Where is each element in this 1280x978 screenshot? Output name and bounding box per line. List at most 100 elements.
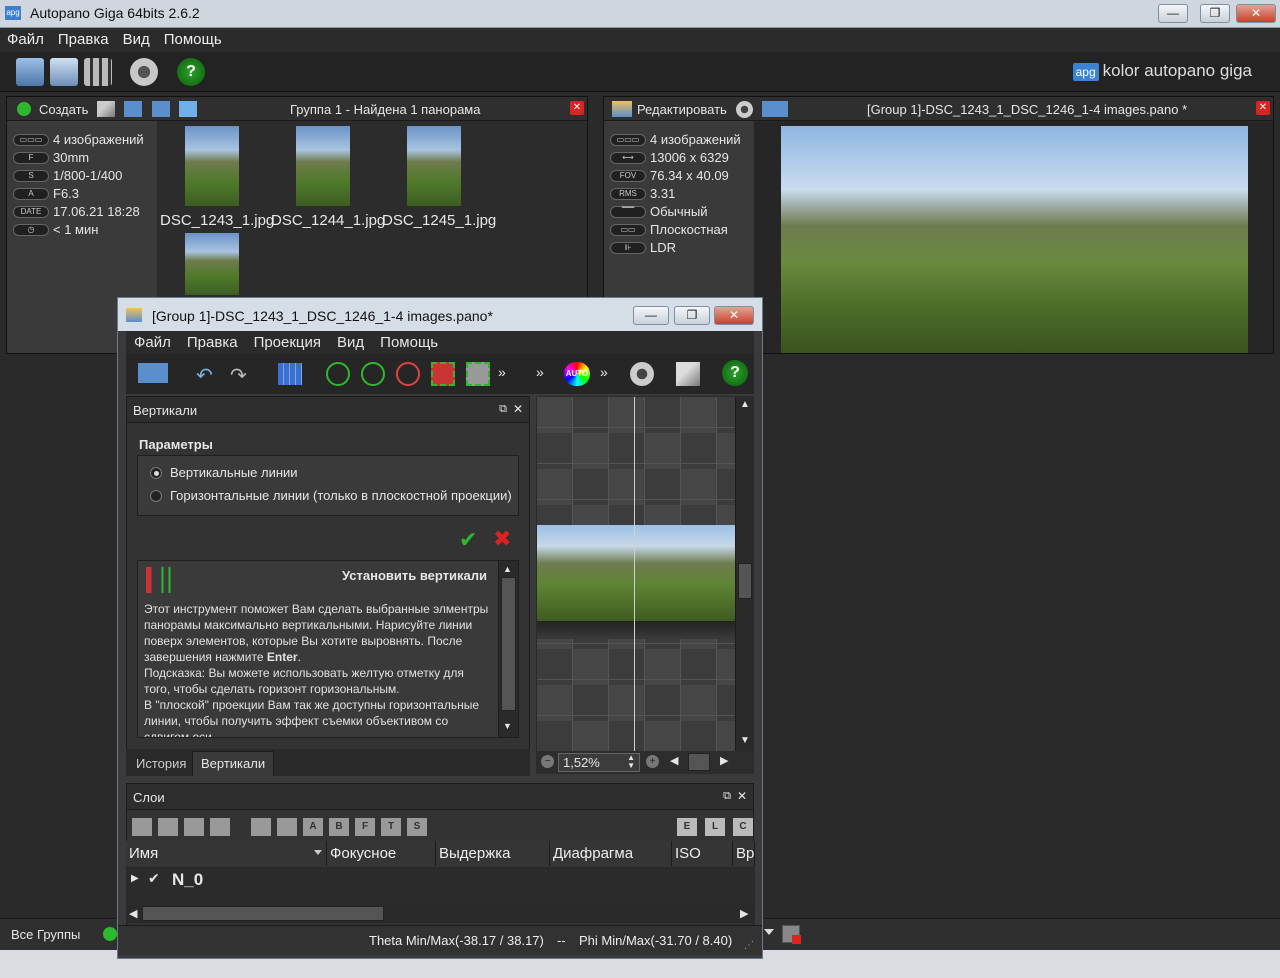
layer-refresh-icon[interactable] bbox=[210, 818, 230, 836]
close-icon[interactable]: ✕ bbox=[737, 789, 747, 803]
remove-group-icon[interactable] bbox=[782, 925, 801, 944]
column-exposure[interactable]: Выдержка bbox=[436, 841, 550, 866]
render-icon[interactable] bbox=[762, 101, 788, 117]
render-icon[interactable] bbox=[138, 363, 168, 383]
thumbnail-image[interactable] bbox=[185, 126, 239, 206]
select-images-icon[interactable] bbox=[16, 58, 44, 86]
scroll-down-icon[interactable]: ▼ bbox=[740, 735, 750, 746]
letter-l-button[interactable]: L bbox=[705, 818, 725, 836]
minimize-button[interactable]: — bbox=[1158, 4, 1188, 23]
letter-e-button[interactable]: E bbox=[677, 818, 697, 836]
panorama-preview[interactable] bbox=[781, 126, 1248, 353]
scroll-left-icon[interactable]: ◀ bbox=[670, 754, 678, 767]
layers-hscroll[interactable]: ◀ ▶ bbox=[126, 905, 755, 923]
tab-history[interactable]: История bbox=[128, 752, 194, 775]
scroll-left-icon[interactable]: ◀ bbox=[129, 907, 137, 920]
radio-horizontal[interactable] bbox=[150, 490, 162, 502]
move-icon[interactable] bbox=[326, 362, 350, 386]
more-icon[interactable]: » bbox=[536, 364, 544, 380]
h-scroll-thumb[interactable] bbox=[142, 906, 384, 921]
thumbnail-image[interactable] bbox=[185, 233, 239, 295]
undock-icon[interactable]: ⧉ bbox=[499, 403, 507, 416]
column-aperture[interactable]: Диафрагма bbox=[550, 841, 672, 866]
radio-vertical[interactable] bbox=[150, 467, 162, 479]
menu-edit[interactable]: Правка bbox=[51, 28, 116, 51]
settings-icon[interactable] bbox=[130, 58, 158, 86]
settings-icon[interactable] bbox=[630, 362, 654, 386]
puzzle-icon[interactable] bbox=[179, 101, 197, 117]
scroll-thumb[interactable] bbox=[738, 563, 752, 599]
crop-icon[interactable] bbox=[466, 362, 490, 386]
resize-grip-icon[interactable]: ⋰ bbox=[744, 940, 754, 951]
checkbox-icon[interactable]: ✔ bbox=[148, 870, 160, 887]
option-vertical-label[interactable]: Вертикальные линии bbox=[170, 465, 298, 480]
thumbnail-image[interactable] bbox=[407, 126, 461, 206]
letter-a-button[interactable]: A bbox=[303, 818, 323, 836]
option-horizontal-label[interactable]: Горизонтальные линии (только в плоскостн… bbox=[170, 488, 512, 503]
zoom-out-icon[interactable]: − bbox=[541, 755, 554, 768]
group-icon[interactable] bbox=[84, 58, 112, 86]
add-group-icon[interactable] bbox=[251, 818, 271, 836]
letter-f-button[interactable]: F bbox=[355, 818, 375, 836]
grid-icon[interactable] bbox=[278, 363, 302, 385]
restore-button[interactable]: ❐ bbox=[674, 306, 710, 325]
scroll-down-icon[interactable]: ▼ bbox=[503, 721, 512, 731]
column-focal[interactable]: Фокусное bbox=[327, 841, 436, 866]
h-scroll-thumb[interactable] bbox=[688, 753, 710, 771]
scroll-right-icon[interactable]: ▶ bbox=[720, 754, 728, 767]
scroll-up-icon[interactable]: ▲ bbox=[740, 399, 750, 410]
restore-button[interactable]: ❐ bbox=[1200, 4, 1230, 23]
preview-canvas[interactable] bbox=[537, 397, 735, 751]
apply-icon[interactable]: ✔ bbox=[459, 527, 477, 553]
cancel-icon[interactable]: ✖ bbox=[493, 526, 511, 552]
color-auto-icon[interactable]: AUTO bbox=[564, 362, 590, 386]
column-time[interactable]: Вр bbox=[733, 841, 755, 866]
add-image-icon[interactable] bbox=[124, 101, 142, 117]
create-button[interactable]: Создать bbox=[39, 102, 88, 117]
add-group-icon[interactable] bbox=[152, 101, 170, 117]
close-button[interactable]: ✕ bbox=[714, 306, 754, 325]
all-groups-label[interactable]: Все Группы bbox=[11, 927, 80, 942]
menu-projection[interactable]: Проекция bbox=[246, 331, 329, 354]
menu-help[interactable]: Помощь bbox=[157, 28, 229, 51]
letter-s-button[interactable]: S bbox=[407, 818, 427, 836]
menu-view[interactable]: Вид bbox=[329, 331, 372, 354]
close-icon[interactable]: ✕ bbox=[513, 402, 523, 416]
scroll-right-icon[interactable]: ▶ bbox=[740, 907, 748, 920]
letter-t-button[interactable]: T bbox=[381, 818, 401, 836]
zoom-in-icon[interactable]: + bbox=[646, 755, 659, 768]
redo-icon[interactable]: ↷ bbox=[230, 363, 247, 388]
preview-scrollbar[interactable]: ▲ ▼ bbox=[735, 397, 754, 751]
close-icon[interactable]: ✕ bbox=[570, 101, 584, 115]
sphere-icon[interactable] bbox=[396, 362, 420, 386]
minimize-button[interactable]: — bbox=[633, 306, 669, 325]
wrench-icon[interactable] bbox=[676, 362, 700, 386]
expand-icon[interactable]: ▶ bbox=[131, 873, 139, 884]
menu-view[interactable]: Вид bbox=[116, 28, 157, 51]
layer-props-icon[interactable] bbox=[184, 818, 204, 836]
undo-icon[interactable]: ↶ bbox=[196, 363, 213, 388]
column-name[interactable]: Имя bbox=[126, 841, 327, 866]
letter-b-button[interactable]: B bbox=[329, 818, 349, 836]
detect-icon[interactable] bbox=[50, 58, 78, 86]
add-layer-icon[interactable] bbox=[132, 818, 152, 836]
tab-verticals[interactable]: Вертикали bbox=[192, 751, 275, 776]
remove-group-icon[interactable] bbox=[277, 818, 297, 836]
menu-edit[interactable]: Правка bbox=[179, 331, 246, 354]
thumbnail-image[interactable] bbox=[296, 126, 350, 206]
help-scrollbar[interactable]: ▲ ▼ bbox=[498, 561, 518, 737]
settings-icon[interactable] bbox=[736, 101, 753, 118]
play-icon[interactable] bbox=[103, 927, 117, 941]
undock-icon[interactable]: ⧉ bbox=[723, 790, 731, 803]
more-icon[interactable]: » bbox=[600, 364, 608, 380]
edit-button[interactable]: Редактировать bbox=[637, 102, 727, 117]
remove-layer-icon[interactable] bbox=[158, 818, 178, 836]
menu-help[interactable]: Помощь bbox=[372, 331, 446, 354]
close-button[interactable]: ✕ bbox=[1236, 4, 1276, 23]
letter-c-button[interactable]: C bbox=[733, 818, 753, 836]
table-row[interactable]: ▶ ✔ N_0 bbox=[126, 867, 755, 893]
crop-auto-icon[interactable] bbox=[431, 362, 455, 386]
scroll-up-icon[interactable]: ▲ bbox=[503, 564, 512, 574]
rotate-icon[interactable] bbox=[361, 362, 385, 386]
help-icon[interactable]: ? bbox=[177, 58, 205, 86]
